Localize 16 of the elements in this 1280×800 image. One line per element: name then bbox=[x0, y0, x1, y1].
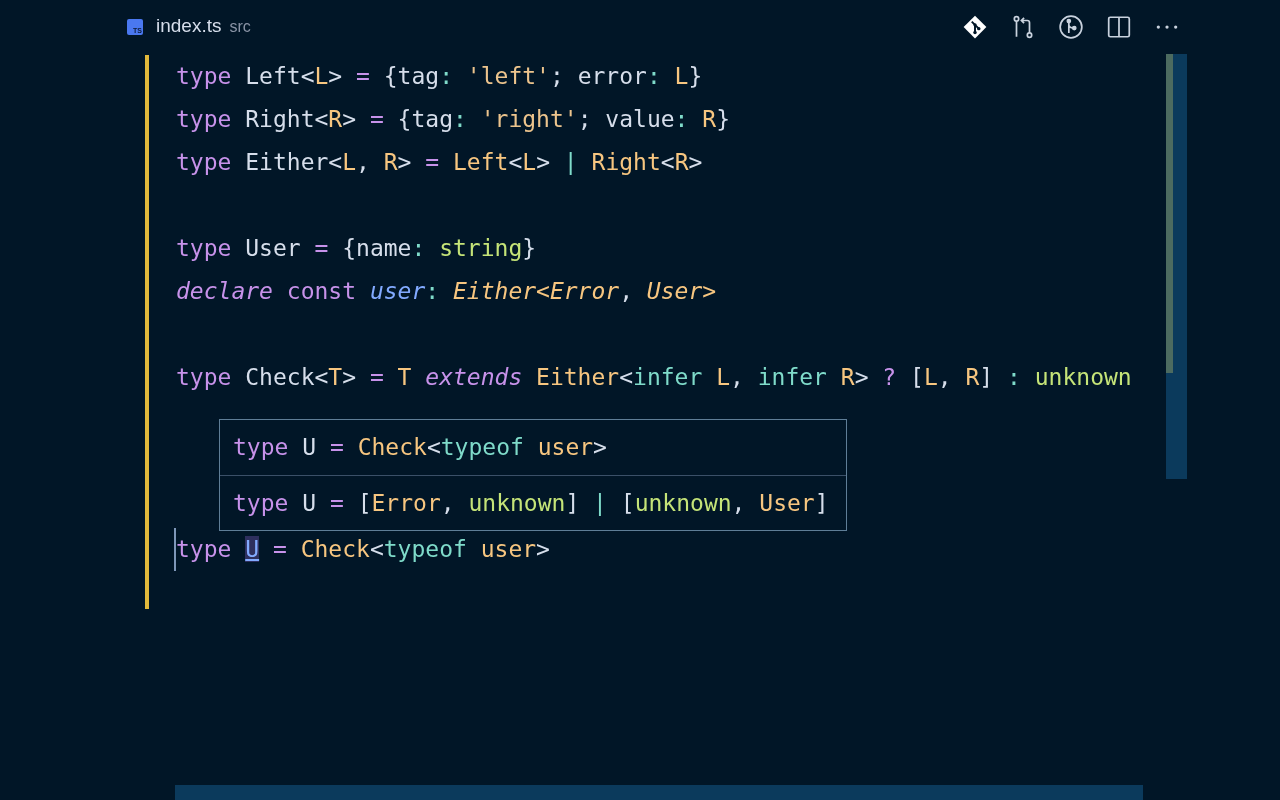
branch-circle-icon[interactable] bbox=[1058, 13, 1084, 40]
vertical-scrollbar[interactable] bbox=[1166, 54, 1187, 479]
code-line: type Right<R> = {tag: 'right'; value: R} bbox=[176, 105, 731, 134]
split-editor-icon[interactable] bbox=[1106, 13, 1132, 40]
file-name[interactable]: index.ts bbox=[156, 12, 222, 41]
tooltip-code-line: type U = [Error, unknown] | [unknown, User] bbox=[220, 475, 846, 530]
code-line: declare const user: Either<Error, User> bbox=[176, 277, 718, 306]
folder-name: src bbox=[229, 16, 251, 37]
code-line: type Either<L, R> = Left<L> | Right<R> bbox=[176, 148, 704, 177]
code-line: type Left<L> = {tag: 'left'; error: L} bbox=[176, 62, 704, 91]
git-icon[interactable] bbox=[962, 13, 988, 40]
horizontal-scrollbar[interactable] bbox=[175, 785, 1143, 800]
tooltip-code-line: type U = Check<typeof user> bbox=[232, 433, 608, 462]
code-line: type User = {name: string} bbox=[176, 234, 538, 263]
scrollbar-thumb[interactable] bbox=[1166, 54, 1173, 373]
code-line: type Check<T> = T extends Either<infer L, infer R> ? [L, R] : unknown bbox=[176, 363, 1133, 392]
